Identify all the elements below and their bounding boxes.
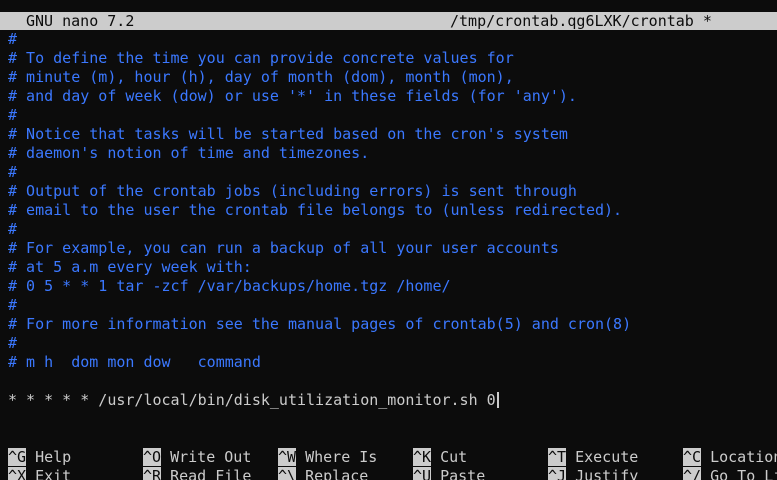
shortcut-write-out[interactable]: ^O Write Out <box>143 448 251 467</box>
editor-line[interactable]: # <box>8 163 777 182</box>
shortcut-label: Execute <box>575 448 639 466</box>
shortcut-justify[interactable]: ^J Justify <box>548 467 638 480</box>
shortcut-location[interactable]: ^C Location <box>683 448 777 467</box>
shortcut-key: ^C <box>683 448 702 466</box>
editor-line[interactable]: # <box>8 334 777 353</box>
editor-line[interactable]: # and day of week (dow) or use '*' in th… <box>8 87 777 106</box>
shortcut-label: Where Is <box>305 448 378 466</box>
shortcut-go-to-line[interactable]: ^/ Go To Line <box>683 467 777 480</box>
shortcut-execute[interactable]: ^T Execute <box>548 448 638 467</box>
shortcut-key: ^/ <box>683 467 702 480</box>
shortcut-cut[interactable]: ^K Cut <box>413 448 467 467</box>
nano-title-bar: GNU nano 7.2 /tmp/crontab.qg6LXK/crontab… <box>0 12 777 30</box>
shortcut-key: ^O <box>143 448 162 466</box>
shortcut-label: Paste <box>440 467 486 480</box>
shortcut-row-1: ^G Help ^O Write Out ^W Where Is ^K Cut … <box>0 448 777 467</box>
editor-line[interactable]: # For more information see the manual pa… <box>8 315 777 334</box>
editor-line[interactable]: # minute (m), hour (h), day of month (do… <box>8 68 777 87</box>
shortcut-label: Help <box>35 448 72 466</box>
shortcut-label: Justify <box>575 467 639 480</box>
editor-line[interactable]: # daemon's notion of time and timezones. <box>8 144 777 163</box>
editor-buffer[interactable]: # # To define the time you can provide c… <box>8 30 777 410</box>
editor-line[interactable]: # <box>8 220 777 239</box>
shortcut-exit[interactable]: ^X Exit <box>8 467 71 480</box>
editor-line[interactable]: # To define the time you can provide con… <box>8 49 777 68</box>
shortcut-label: Cut <box>440 448 468 466</box>
shortcut-key: ^W <box>278 448 297 466</box>
shortcut-key: ^T <box>548 448 567 466</box>
editor-line[interactable]: # <box>8 296 777 315</box>
editor-line[interactable]: # For example, you can run a backup of a… <box>8 239 777 258</box>
text-cursor <box>496 392 499 408</box>
shortcut-key: ^U <box>413 467 432 480</box>
shortcut-label: Exit <box>35 467 72 480</box>
shortcut-read-file[interactable]: ^R Read File <box>143 467 251 480</box>
editor-line[interactable]: # m h dom mon dow command <box>8 353 777 372</box>
shortcut-label: Replace <box>305 467 369 480</box>
shortcut-key: ^J <box>548 467 567 480</box>
shortcut-label: Go To Line <box>710 467 777 480</box>
editor-line[interactable]: # <box>8 106 777 125</box>
shortcut-label: Write Out <box>170 448 252 466</box>
editor-line[interactable]: # Output of the crontab jobs (including … <box>8 182 777 201</box>
shortcut-label: Location <box>710 448 777 466</box>
shortcut-key: ^R <box>143 467 162 480</box>
shortcut-paste[interactable]: ^U Paste <box>413 467 485 480</box>
shortcut-key: ^X <box>8 467 27 480</box>
file-path: /tmp/crontab.qg6LXK/crontab * <box>450 12 712 30</box>
shortcut-help[interactable]: ^G Help <box>8 448 71 467</box>
editor-line-cron-job[interactable]: * * * * * /usr/local/bin/disk_utilizatio… <box>8 391 777 410</box>
shortcut-row-2: ^X Exit ^R Read File ^\ Replace ^U Paste… <box>0 467 777 480</box>
editor-line[interactable]: # email to the user the crontab file bel… <box>8 201 777 220</box>
editor-line[interactable]: # 0 5 * * 1 tar -zcf /var/backups/home.t… <box>8 277 777 296</box>
shortcut-bar: ^G Help ^O Write Out ^W Where Is ^K Cut … <box>0 448 777 480</box>
shortcut-replace[interactable]: ^\ Replace <box>278 467 368 480</box>
shortcut-where-is[interactable]: ^W Where Is <box>278 448 377 467</box>
editor-line[interactable] <box>8 372 777 391</box>
terminal-window: GNU nano 7.2 /tmp/crontab.qg6LXK/crontab… <box>0 0 777 480</box>
shortcut-key: ^G <box>8 448 27 466</box>
editor-line[interactable]: # Notice that tasks will be started base… <box>8 125 777 144</box>
shortcut-key: ^\ <box>278 467 297 480</box>
shortcut-key: ^K <box>413 448 432 466</box>
editor-line[interactable]: # at 5 a.m every week with: <box>8 258 777 277</box>
app-name: GNU nano 7.2 <box>26 12 135 30</box>
cron-job-text[interactable]: * * * * * /usr/local/bin/disk_utilizatio… <box>8 391 496 409</box>
shortcut-label: Read File <box>170 467 252 480</box>
editor-line[interactable]: # <box>8 30 777 49</box>
